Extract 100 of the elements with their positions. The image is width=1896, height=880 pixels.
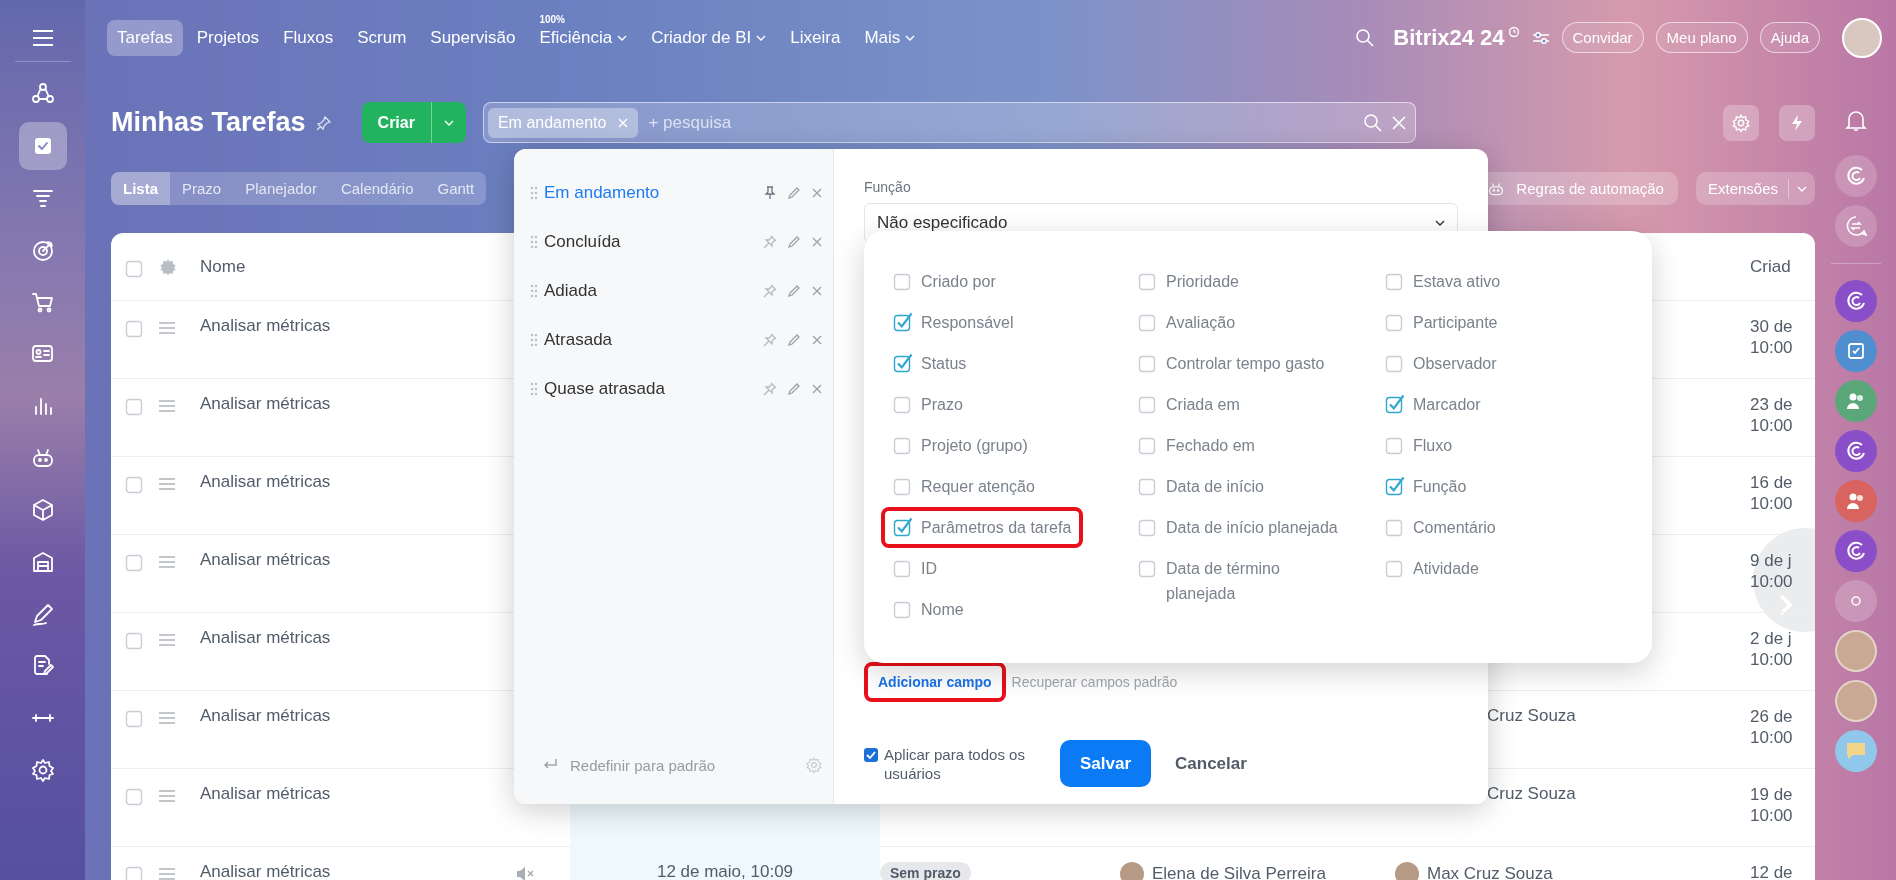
nav-tab[interactable]: Projetos [186,19,270,56]
edit-icon[interactable] [787,186,801,200]
field-option[interactable]: Prioridade [1166,269,1239,294]
field-option[interactable]: ID [921,556,937,581]
close-icon[interactable] [811,334,823,346]
field-checkbox[interactable] [1138,394,1158,414]
field-checkbox[interactable] [1138,517,1158,537]
field-checkbox[interactable] [1385,435,1405,455]
field-checkbox[interactable] [1138,353,1158,373]
search-icon[interactable] [1362,112,1383,133]
drag-handle-icon[interactable] [530,186,538,200]
close-icon[interactable] [811,285,823,297]
settings-button[interactable] [1723,104,1759,141]
field-option[interactable]: Responsável [921,310,1014,335]
field-checkbox[interactable] [893,599,913,619]
field-option[interactable]: Estava ativo [1413,269,1501,294]
row-checkbox[interactable] [125,630,145,650]
lightning-button[interactable] [1779,104,1815,141]
field-option[interactable]: Fluxo [1413,433,1453,458]
view-tab[interactable]: Calendário [328,172,426,205]
row-checkbox[interactable] [125,474,145,494]
pin-icon[interactable] [763,333,777,347]
nav-tab[interactable]: Supervisão [420,19,526,56]
field-checkbox[interactable] [893,517,913,537]
field-checkbox[interactable] [1138,476,1158,496]
task-name[interactable]: Analisar métricas [195,862,331,880]
search-icon[interactable] [1355,27,1376,48]
filter-preset[interactable]: Quase atrasada [544,379,763,399]
view-tab[interactable]: Prazo [170,172,234,205]
field-checkbox[interactable] [1385,476,1405,496]
close-icon[interactable] [811,187,823,199]
edit-icon[interactable] [787,382,801,396]
field-option[interactable]: Prazo [921,392,963,417]
pin-icon[interactable] [763,382,777,396]
restore-fields-link[interactable]: Recuperar campos padrão [1011,674,1178,690]
apply-checkbox[interactable] [864,747,878,762]
task-name[interactable]: Analisar métricas [195,472,331,491]
nav-tab[interactable]: Criador de BI [641,19,777,56]
logo[interactable]: Bitrix24 [1393,24,1475,51]
drag-handle-icon[interactable] [530,333,538,347]
field-option[interactable]: Avaliação [1166,310,1236,335]
people-icon[interactable] [1834,380,1877,422]
field-option[interactable]: Criado por [921,269,996,294]
row-checkbox[interactable] [125,552,145,572]
field-checkbox[interactable] [1385,394,1405,414]
field-option[interactable]: Requer atenção [921,474,1035,499]
field-option[interactable]: Status [921,351,967,376]
drag-handle-icon[interactable] [530,284,538,298]
nav-tab[interactable]: Scrum [347,19,417,56]
row-checkbox[interactable] [125,708,145,728]
view-tab[interactable]: Gantt [425,172,487,205]
field-option[interactable]: Comentário [1413,515,1496,540]
drag-handle-icon[interactable] [159,477,175,491]
filter-preset[interactable]: Em andamento [544,183,763,203]
sliders-icon[interactable] [1531,30,1550,45]
row-checkbox[interactable] [125,786,145,806]
sidebar-item[interactable] [18,122,67,170]
field-checkbox[interactable] [893,476,913,496]
filter-preset[interactable]: Adiada [544,281,763,301]
field-checkbox[interactable] [893,271,913,291]
task-name[interactable]: Analisar métricas [195,784,331,803]
field-checkbox[interactable] [1138,271,1158,291]
field-checkbox[interactable] [1385,517,1405,537]
muted-icon[interactable] [516,866,536,880]
close-icon[interactable] [811,236,823,248]
edit-icon[interactable] [787,235,801,249]
circle-icon[interactable] [1834,580,1877,622]
bell-icon[interactable] [1844,109,1867,133]
drag-handle-icon[interactable] [159,321,175,335]
nav-tab[interactable]: Tarefas [107,19,183,56]
drag-handle-icon[interactable] [159,555,175,569]
field-checkbox[interactable] [893,558,913,578]
chat-icon[interactable] [1834,730,1877,772]
edit-icon[interactable] [787,333,801,347]
field-option[interactable]: Nome [921,597,964,622]
reset-link[interactable]: Redefinir para padrão [570,756,805,774]
pin-icon[interactable] [763,235,777,249]
cancel-button[interactable]: Cancelar [1163,743,1259,784]
field-option[interactable]: Marcador [1413,392,1481,417]
field-option[interactable]: Data de início planejada [1166,515,1338,540]
view-tab[interactable]: Lista [111,172,170,205]
field-checkbox[interactable] [1385,312,1405,332]
row-checkbox[interactable] [125,396,145,416]
field-checkbox[interactable] [893,353,913,373]
field-option[interactable]: Data de início [1166,474,1264,499]
edit-icon[interactable] [787,284,801,298]
spiral-icon[interactable] [1834,430,1877,472]
field-option[interactable]: Parâmetros da tarefa [921,515,1072,540]
task-name[interactable]: Analisar métricas [195,316,331,335]
drag-handle-icon[interactable] [530,382,538,396]
task-name[interactable]: Analisar métricas [195,628,331,647]
field-option[interactable]: Projeto (grupo) [921,433,1028,458]
field-option[interactable]: Criada em [1166,392,1240,417]
row-checkbox[interactable] [125,318,145,338]
pin-icon[interactable] [763,186,777,200]
field-option[interactable]: Atividade [1413,556,1479,581]
field-option[interactable]: Data de término planejada [1166,556,1346,606]
responsible-name[interactable]: Elena de Silva Perreira [1152,864,1326,880]
user-avatar[interactable] [1842,17,1882,58]
field-option[interactable]: Observador [1413,351,1497,376]
